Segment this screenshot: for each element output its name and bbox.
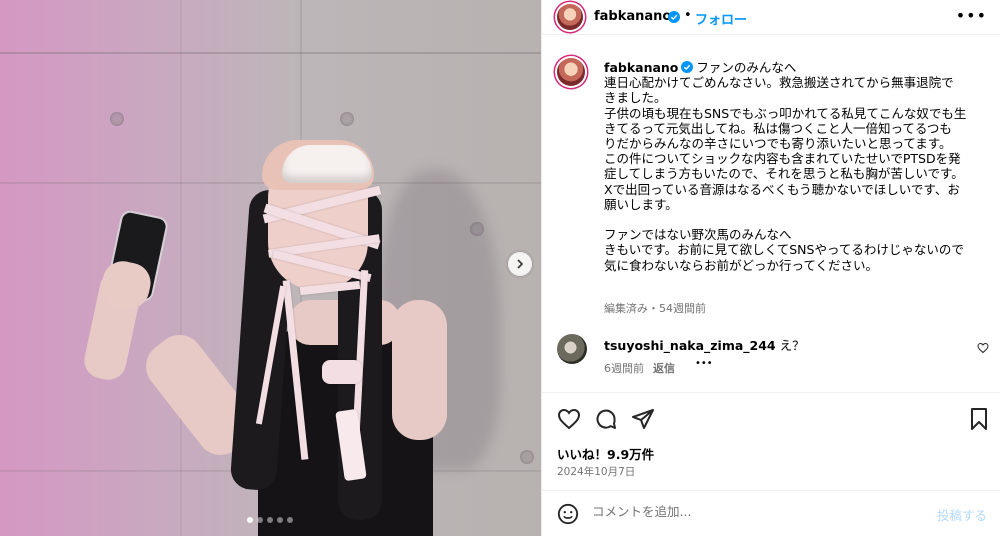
carousel-next-button[interactable] [508, 252, 532, 276]
comment-input[interactable] [592, 504, 912, 519]
verified-badge-icon [681, 61, 694, 73]
caption-line: りだからみんなの辛さにいつでも寄り添いたいと思ってます。 [604, 136, 952, 152]
post-photo[interactable] [0, 0, 541, 536]
comment-icon[interactable] [594, 407, 618, 431]
caption-avatar[interactable] [557, 58, 585, 86]
action-bar [542, 392, 1000, 442]
caption-line: きてるって元気出してね。私は傷つくこと人一倍知ってるつも [604, 120, 952, 136]
wall-bolt [520, 450, 534, 464]
post-date: 2024年10月7日 [557, 466, 636, 478]
avatar[interactable] [557, 4, 583, 30]
post-comment-button[interactable]: 投稿する [937, 505, 987, 524]
comment-more-icon[interactable]: ••• [695, 358, 713, 369]
carousel-dot [247, 517, 253, 523]
header-username[interactable]: fabkanano [594, 9, 671, 24]
more-options-icon[interactable]: ••• [956, 6, 987, 25]
commenter-avatar[interactable] [557, 334, 587, 364]
comment-username[interactable]: tsuyoshi_naka_zima_244 [604, 338, 776, 353]
wall-seam [0, 52, 541, 54]
carousel-dot [277, 517, 283, 523]
post-header: fabkanano • フォロー ••• [542, 0, 1000, 35]
caption-first-line: fabkanano ファンのみんなへ [604, 60, 988, 75]
caption-line: この件についてショックな内容も含まれていたせいでPTSDを発 [604, 151, 961, 167]
comment-body: え？ [779, 338, 805, 353]
heart-icon[interactable] [557, 407, 581, 431]
comment-reply-button[interactable]: 返信 [653, 360, 675, 376]
caption-line: きもいです。お前に見て欲しくてSNSやってるわけじゃないので [604, 242, 964, 258]
header-separator: • [684, 8, 692, 23]
caption-edited-time: 編集済み・54週間前 [604, 302, 706, 315]
comment-like-heart-icon[interactable] [977, 342, 989, 354]
caption-line: Xで出回っている音源はなるべくもう聴かないでほしいです、お [604, 181, 960, 197]
wall-seam [180, 0, 182, 536]
caption-line: ファンのみんなへ [696, 60, 797, 75]
caption-line: ファンではない野次馬のみんなへ [604, 227, 792, 243]
headpiece [282, 145, 372, 183]
ribbon-bow [322, 360, 362, 384]
post-details-panel: fabkanano • フォロー ••• fabkanano ファンのみんなへ 連… [541, 0, 1000, 536]
verified-badge-icon [668, 11, 680, 23]
caption-line: 子供の頃も現在もSNSでもぶっ叩かれてる私見てこんな奴でも生 [604, 105, 967, 121]
like-count[interactable]: いいね！9.9万件 [557, 444, 654, 463]
comment-age: 6週間前 [604, 362, 644, 375]
caption-line: きました。 [604, 90, 667, 106]
caption-line: 願いします。 [604, 196, 678, 212]
carousel-dot [287, 517, 293, 523]
carousel-dot [257, 517, 263, 523]
chevron-right-icon [517, 259, 524, 269]
caption-line: 症してしまう方もいたので、それを思うと私も胸が苦しいです。 [604, 166, 964, 182]
carousel-indicator [247, 517, 293, 523]
follow-button[interactable]: フォロー [695, 9, 747, 28]
shoulder [392, 300, 447, 440]
comment: tsuyoshi_naka_zima_244 え？ [604, 335, 805, 354]
share-icon[interactable] [631, 407, 655, 431]
bookmark-icon[interactable] [967, 407, 991, 431]
wall-bolt [110, 112, 124, 126]
caption-line: 気に食わないならお前がどっか行ってください。 [604, 257, 879, 273]
caption-line: 連日心配かけてごめんなさい。救急搬送されてから無事退院で [604, 75, 954, 91]
caption-username[interactable]: fabkanano [604, 60, 678, 75]
caption: fabkanano ファンのみんなへ 連日心配かけてごめんなさい。救急搬送されてか… [604, 60, 988, 273]
add-comment-bar: 投稿する [542, 490, 1000, 536]
wall-bolt [340, 112, 354, 126]
carousel-dot [267, 517, 273, 523]
emoji-icon[interactable] [557, 503, 579, 525]
